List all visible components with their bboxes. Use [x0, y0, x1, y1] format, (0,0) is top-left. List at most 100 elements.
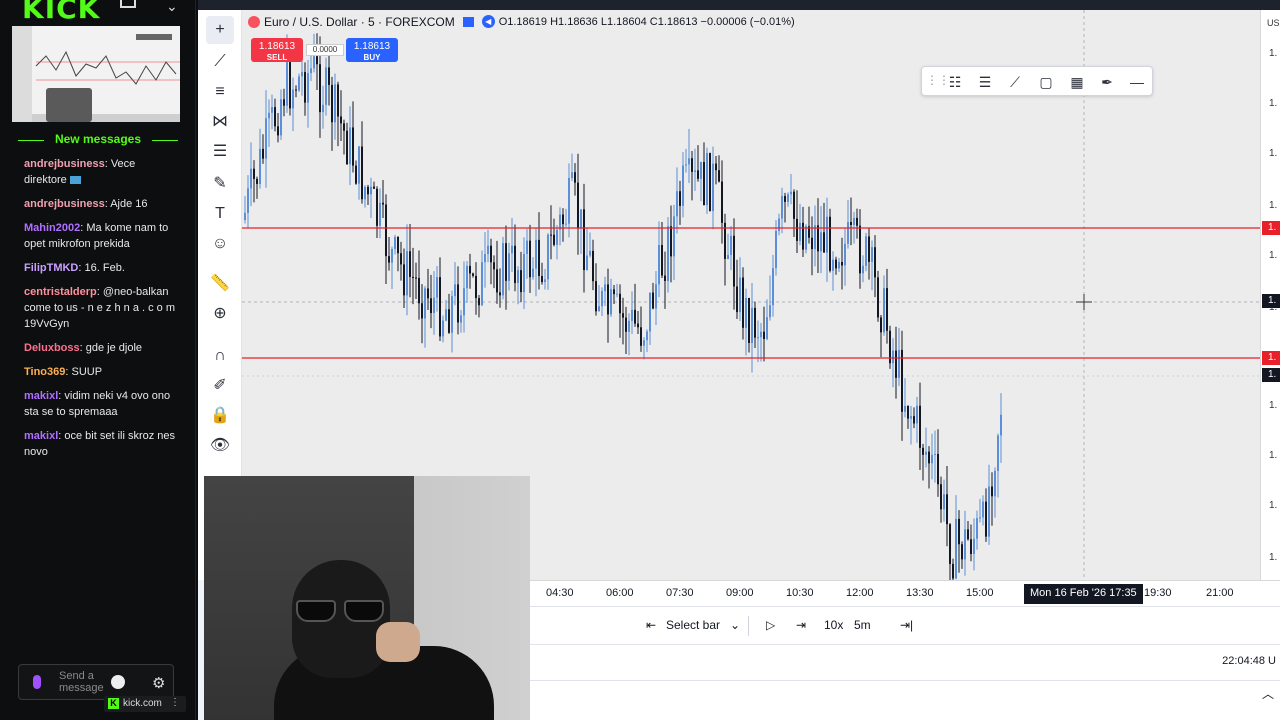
inbox-icon[interactable]: [120, 0, 136, 8]
style-list-icon[interactable]: ☰: [974, 71, 996, 93]
settings-sliders-icon[interactable]: ☷: [944, 71, 966, 93]
pen-line-icon[interactable]: ✒: [1096, 71, 1118, 93]
buy-price: 1.18613: [353, 41, 391, 52]
interval-button[interactable]: 5m: [854, 618, 871, 632]
step-forward-icon[interactable]: ⇥: [796, 618, 806, 632]
time-tick-label: 19:30: [1144, 587, 1172, 599]
pattern-tool-icon[interactable]: ⋈: [206, 108, 234, 136]
sell-price: 1.18613: [258, 41, 296, 52]
sell-button[interactable]: 1.18613 SELL: [251, 38, 303, 62]
chat-message: FilipTMKD: 16. Feb.: [24, 262, 125, 274]
rectangle-icon[interactable]: ▢: [1035, 71, 1057, 93]
ohlc-values: O1.18619 H1.18636 L1.18604 C1.18613 −0.0…: [498, 15, 795, 28]
text-tool-icon[interactable]: T: [206, 200, 234, 228]
magnet-tool-icon[interactable]: ∩: [206, 342, 234, 370]
lock-drawings-icon[interactable]: 🔒: [206, 402, 234, 430]
chat-placeholder: Send a message: [59, 670, 104, 694]
chat-input[interactable]: Send a message: [18, 664, 174, 700]
new-messages-divider[interactable]: New messages: [8, 132, 180, 148]
symbol-name[interactable]: Euro / U.S. Dollar · 5 · FOREXCOM: [264, 15, 455, 29]
chevron-down-icon[interactable]: ⌄: [730, 618, 740, 632]
zoom-in-tool-icon[interactable]: ⊕: [206, 300, 234, 328]
grid-icon[interactable]: ▦: [1066, 71, 1088, 93]
jump-to-realtime-icon[interactable]: ⇥|: [900, 618, 913, 632]
chat-message: Tino369: SUUP: [24, 366, 103, 378]
fib-retracement-tool-icon[interactable]: ≡: [206, 78, 234, 106]
price-tick-label: 1.: [1269, 552, 1278, 563]
projection-tool-icon[interactable]: ☰: [206, 138, 234, 166]
webcam-overlay: [204, 476, 530, 720]
price-tick-label: 1.: [1269, 48, 1278, 59]
trend-line-tool-icon[interactable]: ⟋: [206, 48, 234, 76]
chevron-up-icon[interactable]: ︿: [1262, 685, 1274, 702]
chat-message: andrejbusiness: Ajde 16: [24, 198, 148, 210]
horizontal-line-icon[interactable]: —: [1126, 71, 1148, 93]
price-tick-label: 1.: [1269, 200, 1278, 211]
time-tick-label: 21:00: [1206, 587, 1234, 599]
emote-icon: [69, 176, 81, 185]
chat-username[interactable]: Tino369: [24, 366, 65, 378]
hide-drawings-icon[interactable]: 👁: [206, 432, 234, 460]
chat-username[interactable]: Deluxboss: [24, 342, 80, 354]
chat-username[interactable]: andrejbusiness: [24, 198, 105, 210]
stay-in-drawing-mode-icon[interactable]: ✐: [206, 372, 234, 400]
market-status-icon: [248, 15, 260, 28]
chat-username[interactable]: andrejbusiness: [24, 158, 105, 170]
time-tick-label: 06:00: [606, 587, 634, 599]
speed-button[interactable]: 10x: [824, 618, 843, 632]
price-tick-label: 1.: [1269, 500, 1278, 511]
price-scale[interactable]: USD 1.1.1.1.1.1.1.1.1.1.1. 1.1.1.1.: [1260, 10, 1280, 580]
kick-favicon-icon: K: [108, 698, 119, 709]
stream-preview[interactable]: [12, 26, 180, 122]
buy-button[interactable]: 1.18613 BUY: [346, 38, 398, 62]
chat-text: Ajde 16: [110, 198, 148, 210]
emoji-tool-icon[interactable]: ☺: [206, 230, 234, 258]
chevron-down-icon[interactable]: ⌄: [166, 0, 178, 15]
chat-username[interactable]: makixl: [24, 430, 58, 442]
stream-preview-webcam: [46, 88, 92, 122]
chat-message: makixl: vidim neki v4 ovo ono sta se to …: [24, 390, 171, 418]
price-tick-label: 1.: [1269, 400, 1278, 411]
floating-drawing-toolbar[interactable]: ⋮⋮ ☷ ☰ ⟋ ▢ ▦ ✒ —: [921, 66, 1153, 96]
price-line-tag[interactable]: 1.: [1262, 368, 1280, 382]
price-line-tag[interactable]: 1.: [1262, 351, 1280, 365]
price-tick-label: 1.: [1269, 250, 1278, 261]
time-tick-label: 13:30: [906, 587, 934, 599]
price-line-tag[interactable]: 1.: [1262, 294, 1280, 308]
chat-username[interactable]: makixl: [24, 390, 58, 402]
kick-logo[interactable]: KICK: [22, 0, 100, 25]
chat-username[interactable]: centristalderp: [24, 286, 97, 298]
stream-preview-chart: [12, 26, 180, 122]
clock[interactable]: 22:04:48 U: [1222, 655, 1276, 667]
price-line-tag[interactable]: 1.: [1262, 221, 1280, 235]
time-tick-label: 04:30: [546, 587, 574, 599]
time-tick-label: 07:30: [666, 587, 694, 599]
select-bar-button[interactable]: Select bar: [666, 618, 720, 632]
brush-tool-icon[interactable]: ✎: [206, 170, 234, 198]
more-options-icon[interactable]: ⋮: [170, 697, 180, 708]
chat-text: 16. Feb.: [84, 262, 125, 274]
divider: [748, 616, 749, 636]
sunglasses: [296, 600, 386, 624]
select-bar-icon[interactable]: ⇤: [646, 618, 656, 632]
chat-username[interactable]: Mahin2002: [24, 222, 80, 234]
line-tool-icon[interactable]: ⟋: [1004, 71, 1026, 93]
chat-message: Deluxboss: gde je djole: [24, 342, 143, 354]
play-icon[interactable]: ▷: [766, 618, 775, 632]
emoji-icon[interactable]: [111, 675, 125, 689]
chat-username[interactable]: FilipTMKD: [24, 262, 78, 274]
gear-icon[interactable]: ⚙: [152, 674, 165, 692]
webcam-person-hand: [376, 622, 420, 662]
replay-icon[interactable]: ◀: [481, 15, 495, 29]
chat-panel: KICK ⌄ New messages andrejbusiness: Vece…: [0, 0, 196, 720]
ruler-tool-icon[interactable]: 📏: [206, 270, 234, 298]
kick-url-bar[interactable]: K kick.com ⋮: [104, 696, 186, 712]
chat-message: makixl: oce bit set ili skroz nes novo: [24, 430, 176, 458]
crosshair-tool-icon[interactable]: +: [206, 16, 234, 44]
symbol-header[interactable]: Euro / U.S. Dollar · 5 · FOREXCOM ◀ O1.186…: [248, 14, 795, 32]
microphone-icon[interactable]: [33, 675, 41, 689]
time-tick-label: 10:30: [786, 587, 814, 599]
time-tick-label: 12:00: [846, 587, 874, 599]
kick-url: kick.com: [123, 698, 162, 709]
buy-label: BUY: [363, 53, 381, 62]
